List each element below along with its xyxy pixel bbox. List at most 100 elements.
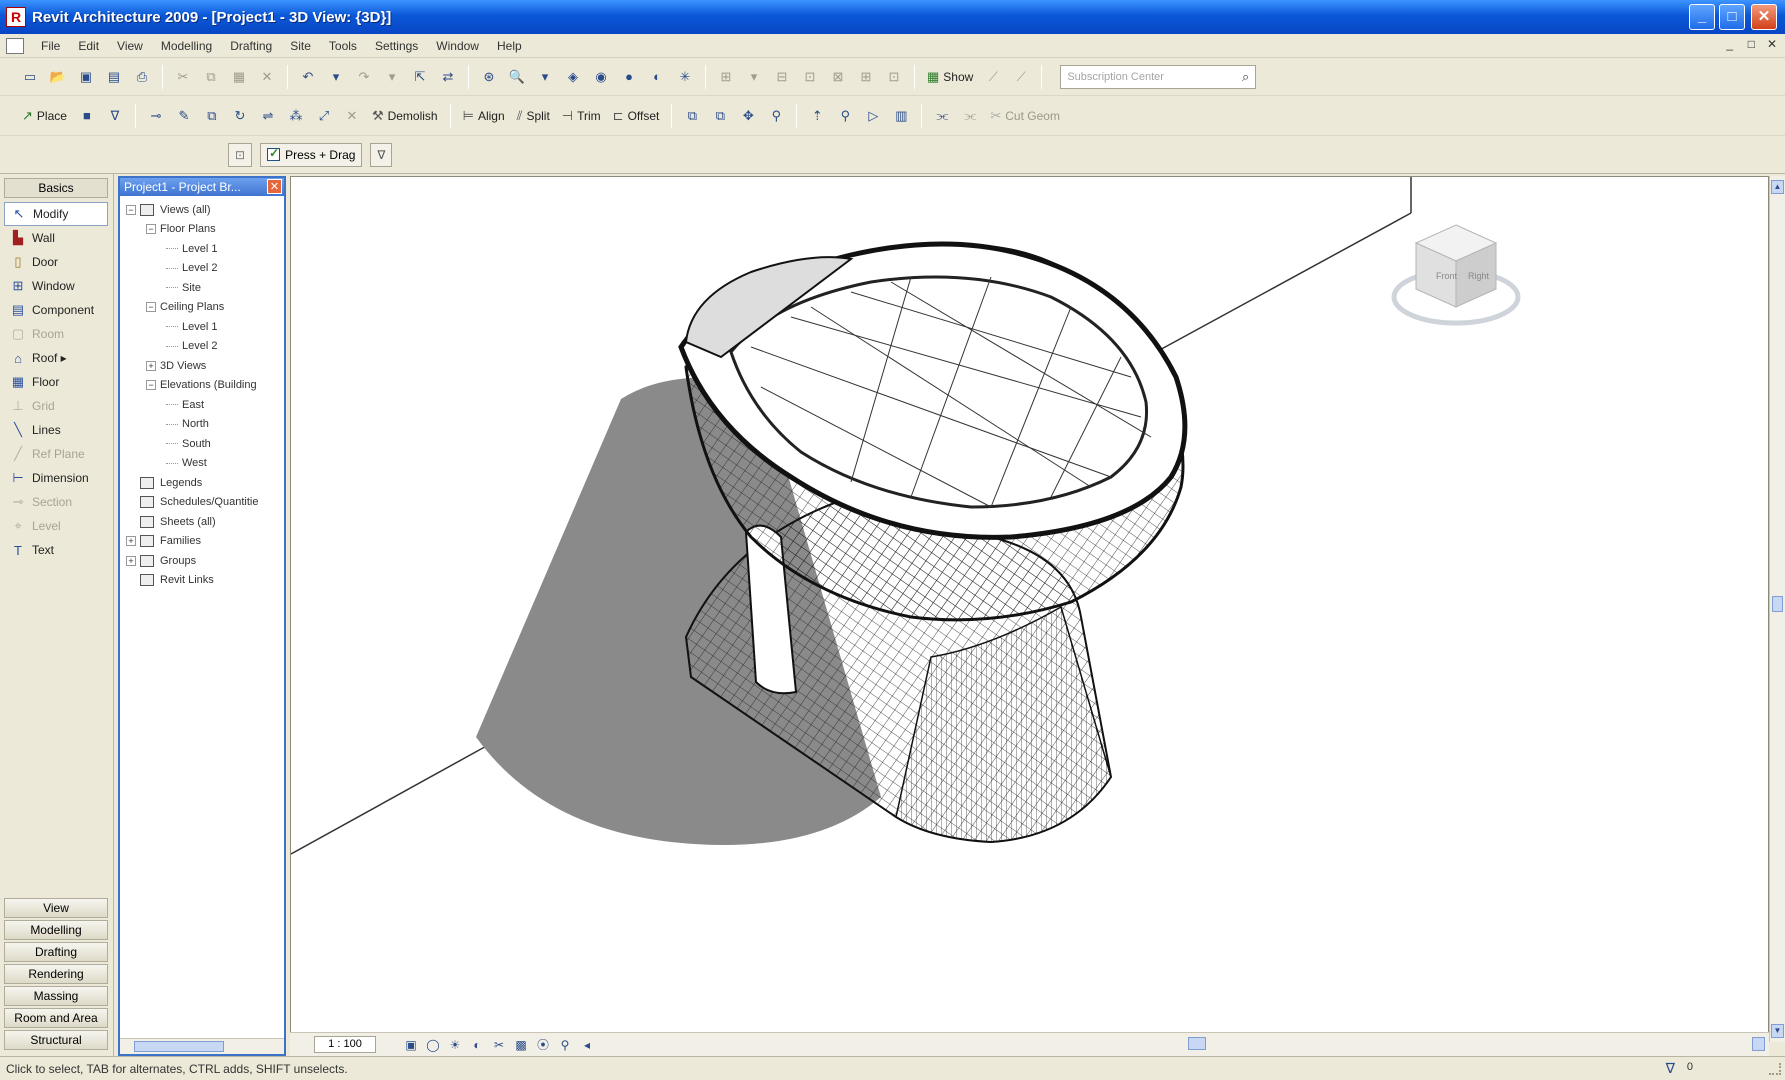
match-type-icon[interactable]: ⊸ xyxy=(145,105,167,127)
tree-item[interactable]: Site xyxy=(120,278,284,298)
tree-item[interactable]: − Views (all) xyxy=(120,200,284,220)
menu-modelling[interactable]: Modelling xyxy=(152,39,221,53)
close-button[interactable]: ✕ xyxy=(1751,4,1777,30)
elevation-icon[interactable]: ⊟ xyxy=(771,66,793,88)
drafting-view-icon[interactable]: ⊞ xyxy=(855,66,877,88)
section-icon[interactable]: ⊡ xyxy=(799,66,821,88)
subscription-search-input[interactable]: Subscription Center ⌕ xyxy=(1060,64,1257,89)
mirror-icon[interactable]: ⇌ xyxy=(257,105,279,127)
copy-element-icon[interactable]: ⧉ xyxy=(201,105,223,127)
tool-ref-plane[interactable]: ╱ Ref Plane xyxy=(4,442,108,466)
tag-icon[interactable]: ⊞ xyxy=(715,66,737,88)
scroll-up-arrow-icon[interactable]: ▲ xyxy=(1771,180,1784,194)
filter-icon[interactable]: ∇ xyxy=(104,105,126,127)
align-button[interactable]: ⊨ Align xyxy=(463,108,505,124)
project-browser-title[interactable]: Project1 - Project Br... ✕ xyxy=(120,178,284,196)
tool-room[interactable]: ▢ Room xyxy=(4,322,108,346)
menu-edit[interactable]: Edit xyxy=(69,39,108,53)
trim-button[interactable]: ⊣ Trim xyxy=(562,108,601,124)
scroll-thumb[interactable] xyxy=(134,1041,224,1052)
filter-funnel-icon[interactable]: ∇ xyxy=(1666,1060,1675,1077)
search-icon[interactable]: ⌕ xyxy=(1242,69,1249,85)
paste-aligned-icon[interactable]: ⧉ xyxy=(709,105,731,127)
menu-help[interactable]: Help xyxy=(488,39,531,53)
document-icon[interactable] xyxy=(6,37,24,54)
detail-level-icon[interactable]: ▣ xyxy=(403,1037,419,1053)
tree-item[interactable]: Legends xyxy=(120,473,284,493)
tree-item[interactable]: +3D Views xyxy=(120,356,284,376)
sun-icon[interactable]: ☀ xyxy=(447,1037,463,1053)
show-crop-icon[interactable]: ▩ xyxy=(513,1037,529,1053)
tool-modify[interactable]: ↖ Modify xyxy=(4,202,108,226)
tool-section[interactable]: ⊸ Section xyxy=(4,490,108,514)
scroll-left-arrow-icon[interactable]: ◂ xyxy=(579,1037,595,1053)
tool-wall[interactable]: ▙ Wall xyxy=(4,226,108,250)
tool-dimension[interactable]: ⊢ Dimension xyxy=(4,466,108,490)
tab-structural[interactable]: Structural xyxy=(4,1030,108,1050)
collapse-icon[interactable]: − xyxy=(126,204,136,215)
temporary-hide-icon[interactable]: ⦿ xyxy=(535,1037,551,1053)
show-button[interactable]: ▦ Show xyxy=(927,69,973,85)
paste-icon[interactable]: ▦ xyxy=(228,66,250,88)
schedule-icon[interactable]: ▥ xyxy=(890,105,912,127)
split-button[interactable]: ⫽ Split xyxy=(517,108,550,124)
tool-level[interactable]: ⌖ Level xyxy=(4,514,108,538)
element-properties-button[interactable]: ⊡ xyxy=(228,142,253,167)
zoom-dropdown-icon[interactable]: ▾ xyxy=(534,66,556,88)
tree-item[interactable]: Level 2 xyxy=(120,337,284,357)
menu-tools[interactable]: Tools xyxy=(320,39,366,53)
tab-view[interactable]: View xyxy=(4,898,108,918)
menu-file[interactable]: File xyxy=(32,39,69,53)
hide-isolate-icon[interactable]: ✳ xyxy=(674,66,696,88)
rotate-icon[interactable]: ↻ xyxy=(229,105,251,127)
filter-selection-button[interactable]: ∇ xyxy=(370,142,393,167)
tab-modelling[interactable]: Modelling xyxy=(4,920,108,940)
scroll-down-arrow-icon[interactable]: ▼ xyxy=(1771,1024,1784,1038)
design-bar-header[interactable]: Basics xyxy=(4,178,108,198)
expand-icon[interactable]: + xyxy=(146,360,156,371)
place-button[interactable]: ↗ Place xyxy=(22,108,67,124)
tab-drafting[interactable]: Drafting xyxy=(4,942,108,962)
tab-room-and-area[interactable]: Room and Area xyxy=(4,1008,108,1028)
move-icon[interactable]: ✥ xyxy=(737,105,759,127)
reveal-hidden-icon[interactable]: ⚲ xyxy=(557,1037,573,1053)
view-scale[interactable]: 1 : 100 xyxy=(314,1036,376,1053)
tree-item[interactable]: East xyxy=(120,395,284,415)
save-icon[interactable]: ▣ xyxy=(75,66,97,88)
save-to-central-icon[interactable]: ▤ xyxy=(103,66,125,88)
cut-icon[interactable]: ✂ xyxy=(172,66,194,88)
undo-dropdown-icon[interactable]: ▾ xyxy=(325,66,347,88)
work-plane-icon[interactable]: ⟋ xyxy=(982,66,1004,88)
offset-button[interactable]: ⊏ Offset xyxy=(613,108,660,124)
shadows-icon[interactable]: ◐ xyxy=(646,66,668,88)
group-icon[interactable]: ✕ xyxy=(341,105,363,127)
maximize-button[interactable]: □ xyxy=(1719,4,1745,30)
project-browser-close-button[interactable]: ✕ xyxy=(267,179,282,194)
default-3d-view-icon[interactable]: ◈ xyxy=(562,66,584,88)
press-drag-checkbox[interactable]: Press + Drag xyxy=(260,142,363,167)
tab-rendering[interactable]: Rendering xyxy=(4,964,108,984)
tree-item[interactable]: South xyxy=(120,434,284,454)
tool-door[interactable]: ▯ Door xyxy=(4,250,108,274)
delete-icon[interactable]: ✕ xyxy=(256,66,278,88)
expand-icon[interactable]: + xyxy=(126,555,136,566)
resize-icon[interactable]: ⤢ xyxy=(313,105,335,127)
pick-icon[interactable]: ⇡ xyxy=(806,105,828,127)
tool-window[interactable]: ⊞ Window xyxy=(4,274,108,298)
pin-icon[interactable]: ⚲ xyxy=(765,105,787,127)
cut-geometry-button[interactable]: ✂ Cut Geom xyxy=(990,108,1060,124)
tree-item[interactable]: − Floor Plans xyxy=(120,220,284,240)
tree-item[interactable]: Revit Links xyxy=(120,571,284,591)
collapse-icon[interactable]: − xyxy=(146,380,156,391)
dynamic-view-icon[interactable]: ⊛ xyxy=(478,66,500,88)
doc-restore-button[interactable]: □ xyxy=(1748,37,1755,51)
crop-region-icon[interactable]: ✂ xyxy=(491,1037,507,1053)
vertical-scroll-thumb[interactable] xyxy=(1772,596,1783,612)
tree-item[interactable]: Schedules/Quantitie xyxy=(120,493,284,513)
collapse-icon[interactable]: − xyxy=(146,302,156,313)
tool-lines[interactable]: ╲ Lines xyxy=(4,418,108,442)
open-icon[interactable]: 📂 xyxy=(47,66,69,88)
modify-icon[interactable]: ⇱ xyxy=(409,66,431,88)
copy-icon[interactable]: ⧉ xyxy=(200,66,222,88)
minimize-button[interactable]: _ xyxy=(1689,4,1715,30)
